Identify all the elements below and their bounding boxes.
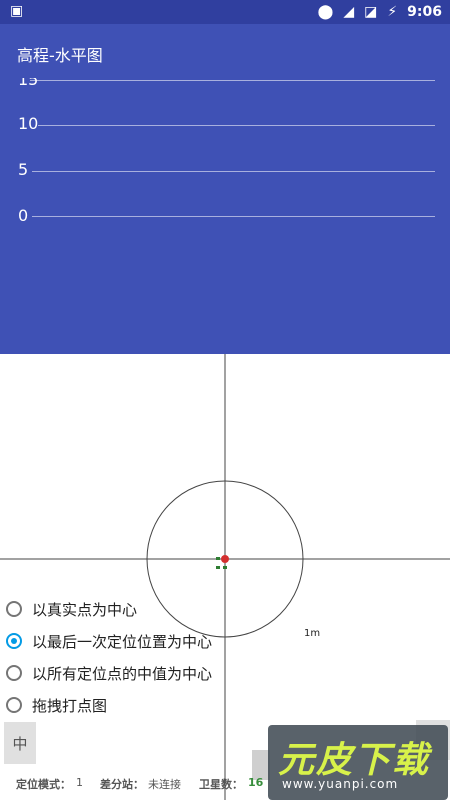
fix-point: [216, 557, 220, 560]
status-bar: ▣ ⬤ ◢ ◪ ⚡ 9:06: [0, 0, 450, 24]
gridline-15: [30, 80, 435, 81]
gridline-0: [32, 216, 435, 217]
current-position-point: [221, 555, 229, 563]
satellite-count: 16: [248, 776, 264, 789]
clock: 9:06: [407, 4, 442, 20]
option-label: 以最后一次定位位置为中心: [32, 632, 213, 651]
gridline-10: [38, 125, 435, 126]
option-label: 以所有定位点的中值为中心: [32, 664, 213, 683]
bottom-status-bar: 定位模式： 1 差分站： 未连接 卫星数： 16: [0, 772, 450, 792]
signal-icon: ◪: [364, 4, 378, 20]
option-drag[interactable]: 拖拽打点图: [6, 689, 256, 721]
radio-button[interactable]: [6, 665, 22, 681]
y-tick-10: 10: [18, 114, 39, 133]
satellite-label: 卫星数：: [199, 778, 243, 791]
option-true-point[interactable]: 以真实点为中心: [6, 593, 256, 625]
radio-button[interactable]: [6, 697, 22, 713]
y-tick-0: 0: [18, 206, 29, 225]
radio-button-checked[interactable]: [6, 633, 22, 649]
option-label: 拖拽打点图: [32, 696, 108, 715]
diff-station-label: 差分站：: [100, 778, 144, 791]
radio-button[interactable]: [6, 601, 22, 617]
option-label: 以真实点为中心: [32, 600, 138, 619]
location-icon: ⬤: [317, 4, 334, 20]
image-icon: ▣: [10, 3, 24, 19]
mode-label: 定位模式：: [16, 778, 71, 791]
center-button[interactable]: 中: [4, 722, 36, 764]
fix-point: [223, 566, 227, 569]
fix-point: [216, 566, 220, 569]
mode-value: 1: [76, 776, 83, 789]
option-last-fix[interactable]: 以最后一次定位位置为中心: [6, 625, 256, 657]
wifi-icon: ◢: [343, 4, 355, 20]
gridline-5: [32, 171, 435, 172]
battery-icon: ⚡: [387, 4, 398, 20]
scale-label: 1m: [304, 628, 321, 639]
center-mode-radio-group: 以真实点为中心 以最后一次定位位置为中心 以所有定位点的中值为中心 拖拽打点图: [6, 593, 256, 721]
page-title: 高程-水平图: [17, 46, 103, 65]
elevation-chart-panel: 高程-水平图 15 10 5 0: [0, 24, 450, 354]
diff-station-value: 未连接: [148, 778, 181, 791]
y-tick-15: 15: [18, 70, 39, 89]
option-median[interactable]: 以所有定位点的中值为中心: [6, 657, 256, 689]
y-tick-5: 5: [18, 160, 29, 179]
